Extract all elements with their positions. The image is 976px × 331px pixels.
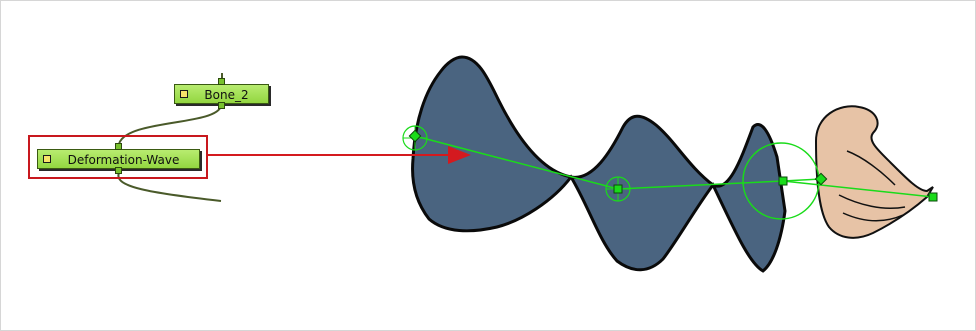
- deformer-point-handle[interactable]: [778, 176, 788, 186]
- skin-artwork: [814, 105, 934, 239]
- canvas-frame: Bone_2 Deformation-Wave: [0, 0, 976, 331]
- deformer-end-handle[interactable]: [928, 192, 938, 202]
- skin-shape: [814, 105, 934, 239]
- deformer-point-handle[interactable]: [613, 184, 623, 194]
- drawing-canvas: [208, 55, 938, 273]
- wave-shape: [411, 55, 787, 273]
- wave-artwork: [411, 55, 787, 273]
